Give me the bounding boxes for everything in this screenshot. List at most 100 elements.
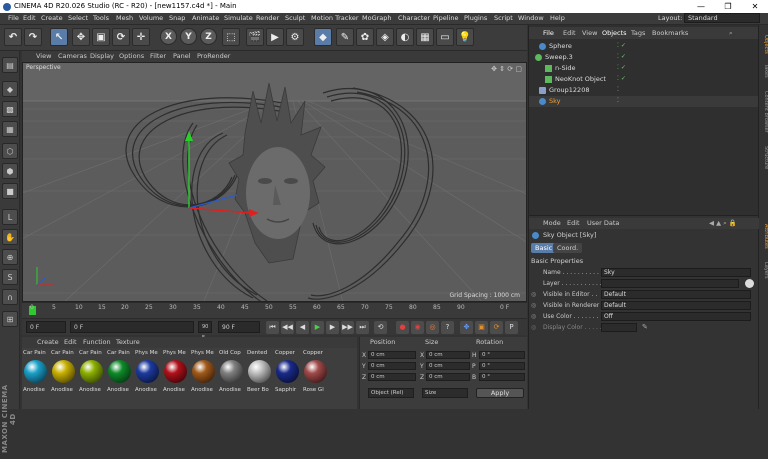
animation-dot-icon[interactable]: ◎ xyxy=(531,302,536,309)
visibility-toggle[interactable]: ⁚ xyxy=(617,86,619,93)
rotate-tool-icon[interactable]: ⟳ xyxy=(112,28,130,46)
visible-in-renderer-select[interactable]: Default xyxy=(601,301,751,310)
start-frame-field[interactable]: 0 F xyxy=(26,321,66,333)
texture-mode-icon[interactable]: ▩ xyxy=(2,101,18,117)
maximize-button[interactable]: ❐ xyxy=(718,0,738,13)
menu-pipeline[interactable]: Pipeline xyxy=(433,14,458,22)
grid-icon[interactable]: ⊞ xyxy=(2,311,18,327)
position-y-field[interactable]: 0 cm xyxy=(368,362,416,370)
size-x-field[interactable]: 0 cm xyxy=(426,351,470,359)
next-key-icon[interactable]: ▶▶ xyxy=(341,321,354,334)
previous-frame-icon[interactable]: ◀ xyxy=(296,321,309,334)
material-swatch[interactable]: Old Cop Anodise xyxy=(219,350,245,398)
next-frame-icon[interactable]: ▶ xyxy=(326,321,339,334)
magnet-icon[interactable]: ∩ xyxy=(2,289,18,305)
autokey-icon[interactable]: ◉ xyxy=(411,321,424,334)
workplane-icon[interactable]: ▦ xyxy=(2,121,18,137)
attribute-menu-mode[interactable]: Mode xyxy=(543,219,561,227)
material-swatch[interactable]: Phys Me Anodise xyxy=(135,350,161,398)
viewport-menu-filter[interactable]: Filter xyxy=(150,52,166,60)
menu-mesh[interactable]: Mesh xyxy=(116,14,133,22)
menu-script[interactable]: Script xyxy=(494,14,513,22)
menu-file[interactable]: File xyxy=(8,14,19,22)
apply-button[interactable]: Apply xyxy=(476,388,524,398)
display-color-swatch[interactable] xyxy=(601,323,637,332)
loop-icon[interactable]: ⟲ xyxy=(374,321,387,334)
attribute-menu-edit[interactable]: Edit xyxy=(567,219,580,227)
previous-key-icon[interactable]: ◀◀ xyxy=(281,321,294,334)
layer-field[interactable] xyxy=(601,279,739,288)
perspective-viewport[interactable]: Perspective Grid Spacing : 1000 cm ✥ ⇕ ⟳… xyxy=(22,62,527,302)
record-icon[interactable]: ● xyxy=(396,321,409,334)
menu-select[interactable]: Select xyxy=(68,14,88,22)
object-row-neoknot[interactable]: NeoKnot Object ⁚ ✓ xyxy=(529,74,759,85)
menu-mograph[interactable]: MoGraph xyxy=(362,14,392,22)
cube-object-icon[interactable]: ◆ xyxy=(314,28,332,46)
menu-help[interactable]: Help xyxy=(550,14,565,22)
layer-picker-icon[interactable] xyxy=(745,279,754,288)
use-color-select[interactable]: Off xyxy=(601,312,751,321)
tweak-mode-icon[interactable]: ✋ xyxy=(2,229,18,245)
material-swatch[interactable]: Car Pain Anodise xyxy=(107,350,133,398)
menu-simulate[interactable]: Simulate xyxy=(224,14,253,22)
object-row-sweep[interactable]: Sweep.3 ⁚ ✓ xyxy=(529,52,759,63)
coordinate-system-icon[interactable]: ⬚ xyxy=(222,28,240,46)
position-z-field[interactable]: 0 cm xyxy=(368,373,416,381)
material-swatch[interactable]: Copper Sapphir xyxy=(275,350,301,398)
render-settings-icon[interactable]: ⚙ xyxy=(286,28,304,46)
rotation-key-icon[interactable]: ⟳ xyxy=(490,321,503,334)
menu-render[interactable]: Render xyxy=(256,14,279,22)
material-swatch[interactable]: Dented Beer Bo xyxy=(247,350,273,398)
scale-tool-icon[interactable]: ▣ xyxy=(92,28,110,46)
material-swatch[interactable]: Car Pain Anodise xyxy=(23,350,49,398)
subdivision-icon[interactable]: ✿ xyxy=(356,28,374,46)
object-row-sky[interactable]: Sky ⁚ xyxy=(529,96,759,107)
rotation-p-field[interactable]: 0 ° xyxy=(479,362,525,370)
tab-attributes[interactable]: Attributes xyxy=(759,219,768,253)
floor-icon[interactable]: ▦ xyxy=(416,28,434,46)
pen-spline-icon[interactable]: ✎ xyxy=(336,28,354,46)
size-mode-select[interactable]: Size xyxy=(422,388,468,398)
current-frame-field[interactable]: 0 F xyxy=(70,321,194,333)
viewport-menu-cameras[interactable]: Cameras xyxy=(58,52,87,60)
position-x-field[interactable]: 0 cm xyxy=(368,351,416,359)
lock-x-axis-button[interactable]: X xyxy=(160,28,177,45)
menu-tools[interactable]: Tools xyxy=(93,14,109,22)
keyframe-selection-icon[interactable]: ◎ xyxy=(426,321,439,334)
color-picker-icon[interactable]: ✎ xyxy=(642,323,648,331)
animation-dot-icon[interactable]: ◎ xyxy=(531,324,536,331)
visibility-toggle[interactable]: ⁚ ✓ xyxy=(617,75,626,82)
select-tool-icon[interactable]: ↖ xyxy=(50,28,68,46)
object-menu-file[interactable]: File xyxy=(543,29,554,37)
array-icon[interactable]: ◈ xyxy=(376,28,394,46)
menu-character[interactable]: Character xyxy=(398,14,430,22)
object-menu-tags[interactable]: Tags xyxy=(631,29,645,37)
menu-volume[interactable]: Volume xyxy=(139,14,163,22)
scale-key-icon[interactable]: ▣ xyxy=(475,321,488,334)
menu-motion-tracker[interactable]: Motion Tracker xyxy=(311,14,359,22)
coordinate-mode-select[interactable]: Object (Rel) xyxy=(368,388,414,398)
timeline-ruler[interactable]: 0 5 10 15 20 25 30 35 40 45 50 55 60 65 … xyxy=(22,302,527,318)
visibility-toggle[interactable]: ⁚ ✓ xyxy=(617,53,626,60)
object-menu-view[interactable]: View xyxy=(582,29,597,37)
viewport-menu-view[interactable]: View xyxy=(36,52,51,60)
render-picture-viewer-icon[interactable]: ▶ xyxy=(266,28,284,46)
attribute-menu-user-data[interactable]: User Data xyxy=(587,219,619,227)
material-swatch[interactable]: Car Pain Anodise xyxy=(51,350,77,398)
visibility-toggle[interactable]: ⁚ xyxy=(617,97,619,104)
polygons-mode-icon[interactable]: ■ xyxy=(2,183,18,199)
object-menu-edit[interactable]: Edit xyxy=(563,29,576,37)
transform-tool-icon[interactable]: ✛ xyxy=(132,28,150,46)
object-menu-bookmarks[interactable]: Bookmarks xyxy=(652,29,688,37)
tab-coord[interactable]: Coord. xyxy=(553,243,583,253)
visible-in-editor-select[interactable]: Default xyxy=(601,290,751,299)
snap-icon[interactable]: ⊕ xyxy=(2,249,18,265)
rotation-b-field[interactable]: 0 ° xyxy=(479,373,525,381)
redo-icon[interactable]: ↷ xyxy=(24,28,42,46)
menu-edit[interactable]: Edit xyxy=(23,14,36,22)
material-menu-create[interactable]: Create xyxy=(37,338,59,346)
viewport-nav-icons[interactable]: ✥ ⇕ ⟳ ▢ xyxy=(491,65,522,73)
undo-icon[interactable]: ↶ xyxy=(4,28,22,46)
max-frame-field[interactable]: 90 F xyxy=(218,321,260,333)
material-swatch[interactable]: Phys Me Anodise xyxy=(163,350,189,398)
